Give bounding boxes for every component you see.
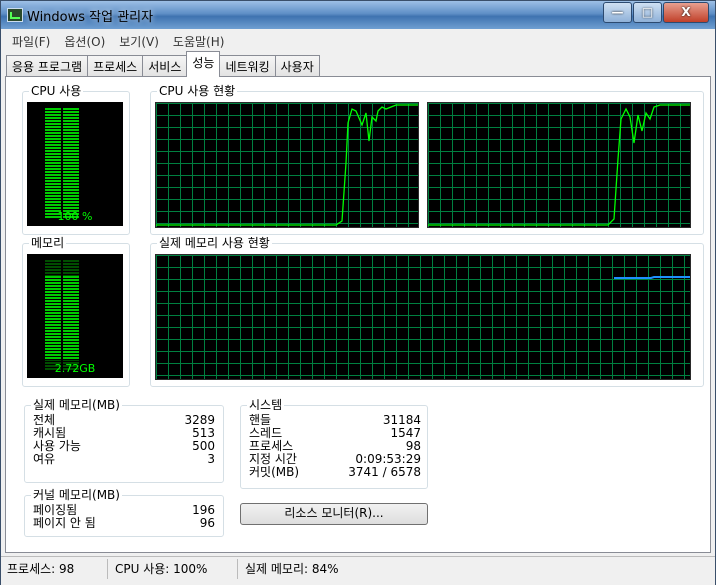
- kernel-memory-group: 커널 메모리(MB) 페이징됨 196 페이지 안 됨 96: [24, 488, 224, 537]
- cpu-usage-meter: 100 %: [27, 102, 123, 226]
- status-cpu: CPU 사용: 100%: [111, 559, 238, 579]
- task-manager-window: Windows 작업 관리자 — □ X 파일(F) 옵션(O) 보기(V) 도…: [0, 0, 716, 585]
- menu-view[interactable]: 보기(V): [112, 31, 166, 51]
- cpu-core-2-plot: [428, 104, 690, 226]
- physical-memory-label: 실제 메모리(MB): [31, 398, 122, 412]
- menu-options[interactable]: 옵션(O): [57, 31, 112, 51]
- status-memory: 실제 메모리: 84%: [245, 562, 339, 576]
- kernel-memory-row-nonpaged: 페이지 안 됨 96: [33, 517, 215, 530]
- cpu-core-1-plot: [156, 104, 418, 226]
- task-manager-icon: [7, 8, 23, 22]
- memory-history-line: [614, 276, 690, 279]
- stat-value: 3: [207, 452, 215, 466]
- memory-history-group: 실제 메모리 사용 현황: [150, 236, 704, 387]
- memory-meter: 2.72GB: [27, 254, 123, 378]
- cpu-usage-group: CPU 사용 100 %: [22, 84, 130, 235]
- title-bar[interactable]: Windows 작업 관리자 — □ X: [1, 1, 715, 29]
- caption-buttons: — □ X: [602, 2, 709, 23]
- memory-group: 메모리 2.72GB: [22, 236, 130, 387]
- system-row-commit: 커밋(MB) 3741 / 6578: [249, 466, 421, 479]
- close-button[interactable]: X: [663, 2, 709, 23]
- tab-performance[interactable]: 성능: [186, 51, 221, 77]
- cpu-usage-bars: [45, 108, 79, 218]
- tab-users[interactable]: 사용자: [274, 55, 320, 77]
- tab-strip: 응용 프로그램 프로세스 서비스 성능 네트워킹 사용자: [6, 51, 320, 77]
- cpu-core-2-line: [428, 104, 690, 226]
- stat-label: 페이지 안 됨: [33, 516, 96, 530]
- cpu-history-graph-core-1: [155, 102, 419, 228]
- performance-panel: CPU 사용 100 % CPU 사용 현황 메모리 2.72GB 실제 메모리…: [5, 76, 711, 553]
- tab-processes[interactable]: 프로세스: [87, 55, 144, 77]
- menu-file[interactable]: 파일(F): [5, 31, 57, 51]
- cpu-history-label: CPU 사용 현황: [157, 84, 238, 98]
- status-bar: 프로세스: 98 CPU 사용: 100% 실제 메모리: 84%: [1, 556, 715, 585]
- stat-value: 3741 / 6578: [348, 465, 421, 479]
- kernel-memory-label: 커널 메모리(MB): [31, 488, 122, 502]
- physical-memory-row-available: 사용 가능 500: [33, 440, 215, 453]
- memory-history-graph: [155, 254, 691, 380]
- minimize-button[interactable]: —: [603, 2, 632, 23]
- menu-bar: 파일(F) 옵션(O) 보기(V) 도움말(H): [5, 31, 711, 51]
- memory-value: 2.72GB: [54, 362, 96, 375]
- resource-monitor-button[interactable]: 리소스 모니터(R)...: [240, 503, 428, 525]
- tab-applications[interactable]: 응용 프로그램: [6, 55, 89, 77]
- cpu-history-group: CPU 사용 현황: [150, 84, 704, 235]
- stat-label: 커밋(MB): [249, 465, 300, 479]
- stat-label: 여유: [33, 452, 56, 466]
- memory-history-plot: [614, 276, 690, 279]
- stat-value: 96: [199, 516, 215, 530]
- tab-services[interactable]: 서비스: [142, 55, 188, 77]
- maximize-button[interactable]: □: [633, 2, 662, 23]
- cpu-core-1-line: [156, 104, 418, 226]
- memory-label: 메모리: [29, 236, 67, 250]
- status-processes: 프로세스: 98: [3, 559, 108, 579]
- cpu-usage-value: 100 %: [57, 210, 93, 223]
- window-title: Windows 작업 관리자: [27, 10, 154, 25]
- memory-history-label: 실제 메모리 사용 현황: [157, 236, 272, 250]
- memory-bars-fill: [45, 276, 79, 360]
- physical-memory-row-free: 여유 3: [33, 453, 215, 466]
- tab-networking[interactable]: 네트워킹: [219, 55, 276, 77]
- menu-help[interactable]: 도움말(H): [166, 31, 232, 51]
- cpu-usage-label: CPU 사용: [29, 84, 84, 98]
- physical-memory-group: 실제 메모리(MB) 전체 3289 캐시됨 513 사용 가능 500 여유 …: [24, 398, 224, 483]
- system-label: 시스템: [247, 398, 285, 412]
- cpu-history-graph-core-2: [427, 102, 691, 228]
- system-group: 시스템 핸들 31184 스레드 1547 프로세스 98 지정 시간 0:09…: [240, 398, 428, 489]
